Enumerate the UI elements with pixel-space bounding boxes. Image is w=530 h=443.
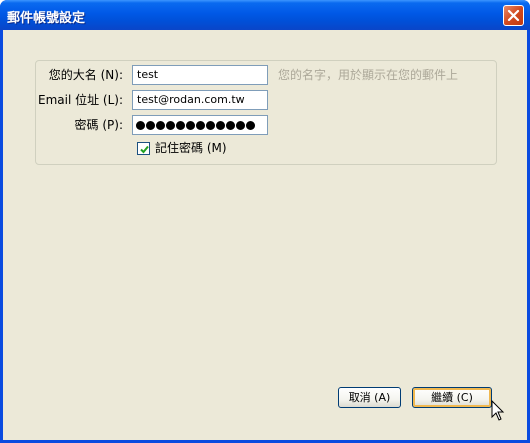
- password-dot: [136, 121, 145, 130]
- dialog-window: 郵件帳號設定 您的大名 (N): test 您的名字，用於顯示在您的郵件上 Em…: [0, 0, 530, 443]
- password-dot: [166, 121, 175, 130]
- name-hint: 您的名字，用於顯示在您的郵件上: [278, 68, 459, 82]
- password-input[interactable]: [132, 115, 268, 135]
- password-dot: [176, 121, 185, 130]
- password-label: 密碼 (P):: [74, 118, 123, 132]
- cancel-button[interactable]: 取消 (A): [338, 387, 401, 408]
- email-label: Email 位址 (L):: [37, 93, 123, 107]
- password-dot: [216, 121, 225, 130]
- email-input[interactable]: test@rodan.com.tw: [132, 90, 268, 110]
- checkmark-icon: [140, 145, 149, 154]
- password-dot: [156, 121, 165, 130]
- window-title: 郵件帳號設定: [7, 11, 86, 26]
- password-dot: [196, 121, 205, 130]
- password-dot: [226, 121, 235, 130]
- password-dot: [186, 121, 195, 130]
- name-label: 您的大名 (N):: [48, 68, 123, 82]
- password-dot: [246, 121, 255, 130]
- password-dot: [236, 121, 245, 130]
- password-dot: [146, 121, 155, 130]
- title-bar[interactable]: 郵件帳號設定: [0, 0, 530, 30]
- mouse-pointer-icon: [491, 400, 505, 421]
- password-dot: [206, 121, 215, 130]
- remember-password-label[interactable]: 記住密碼 (M): [155, 139, 227, 157]
- remember-password-checkbox[interactable]: [137, 142, 150, 155]
- close-button[interactable]: [503, 5, 524, 26]
- close-icon: [507, 9, 520, 22]
- name-input[interactable]: test: [132, 65, 268, 85]
- continue-button[interactable]: 繼續 (C): [412, 387, 492, 408]
- dialog-body: 您的大名 (N): test 您的名字，用於顯示在您的郵件上 Email 位址 …: [3, 30, 527, 440]
